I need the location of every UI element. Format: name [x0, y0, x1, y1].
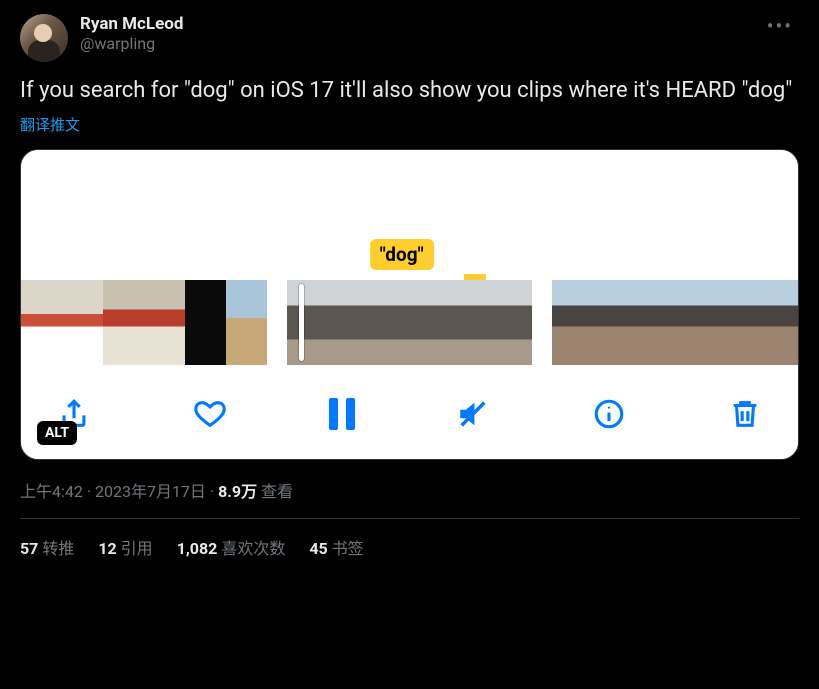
views-count: 8.9万: [218, 482, 257, 501]
video-frame: [471, 280, 532, 365]
clip-group[interactable]: [287, 280, 533, 365]
avatar[interactable]: [20, 14, 68, 62]
tweet-card: Ryan McLeod @warpling ••• If you search …: [0, 0, 819, 575]
tweet-date: 2023年7月17日: [95, 482, 206, 501]
media-preview-top: "dog": [21, 150, 798, 280]
pause-icon[interactable]: [329, 398, 355, 430]
clip-group[interactable]: [552, 280, 798, 365]
user-handle: @warpling: [80, 34, 749, 53]
media-toolbar: [21, 375, 798, 459]
media-attachment[interactable]: "dog": [20, 149, 799, 460]
video-frame: [593, 280, 634, 365]
display-name: Ryan McLeod: [80, 14, 749, 34]
retweets-stat[interactable]: 57 转推: [20, 535, 74, 559]
tweet-text: If you search for "dog" on iOS 17 it'll …: [20, 76, 799, 106]
video-frame: [62, 280, 103, 365]
mute-icon[interactable]: [456, 397, 490, 431]
search-term-badge: "dog": [370, 239, 434, 270]
author-names[interactable]: Ryan McLeod @warpling: [80, 14, 749, 53]
tweet-time: 上午4:42: [20, 482, 83, 501]
video-filmstrip[interactable]: [21, 280, 798, 375]
info-icon[interactable]: [592, 397, 626, 431]
likes-stat[interactable]: 1,082 喜欢次数: [177, 535, 286, 559]
video-frame: [348, 280, 409, 365]
video-frame: [103, 280, 144, 365]
more-icon[interactable]: •••: [761, 14, 799, 38]
bookmarks-stat[interactable]: 45 书签: [309, 535, 363, 559]
tweet-header: Ryan McLeod @warpling •••: [20, 14, 799, 62]
video-frame: [410, 280, 471, 365]
clip-group[interactable]: [21, 280, 267, 365]
video-frame: [757, 280, 798, 365]
video-frame: [716, 280, 757, 365]
video-frame: [552, 280, 593, 365]
alt-badge[interactable]: ALT: [37, 421, 77, 445]
video-frame: [185, 280, 226, 365]
video-frame: [634, 280, 675, 365]
video-frame: [675, 280, 716, 365]
video-frame: [226, 280, 267, 365]
translate-link[interactable]: 翻译推文: [20, 114, 80, 135]
video-frame: [287, 280, 348, 365]
heart-icon[interactable]: [193, 397, 227, 431]
quotes-stat[interactable]: 12 引用: [98, 535, 152, 559]
video-frame: [21, 280, 62, 365]
trash-icon[interactable]: [728, 397, 762, 431]
tweet-meta[interactable]: 上午4:42 · 2023年7月17日 · 8.9万 查看: [20, 460, 799, 519]
views-label: 查看: [257, 482, 293, 501]
tweet-stats: 57 转推 12 引用 1,082 喜欢次数 45 书签: [20, 519, 799, 575]
video-frame: [144, 280, 185, 365]
